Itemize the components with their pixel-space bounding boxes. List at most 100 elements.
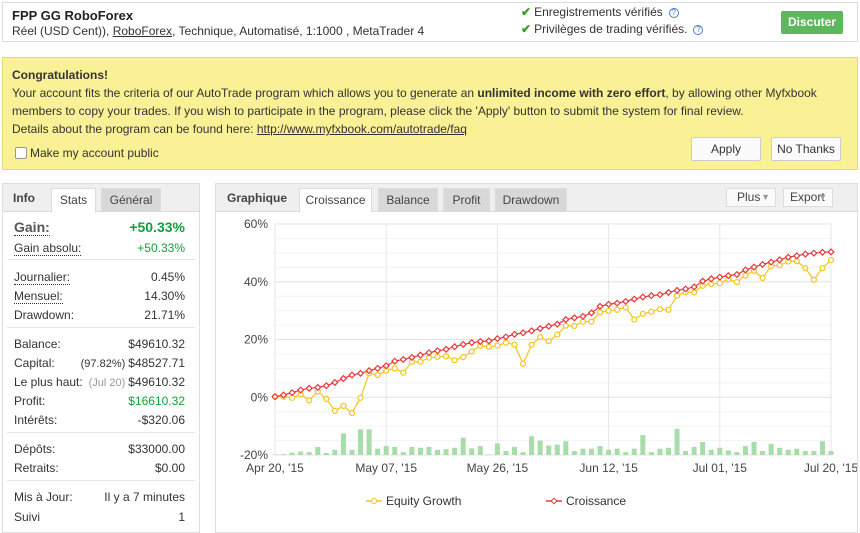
equity-point bbox=[648, 308, 655, 315]
stat-value-text: $33000.00 bbox=[128, 442, 185, 456]
croissance-point bbox=[758, 260, 767, 269]
equity-point bbox=[716, 280, 723, 287]
equity-point bbox=[656, 306, 664, 313]
croissance-point bbox=[562, 315, 570, 324]
profit-bar bbox=[392, 446, 398, 455]
tab-profit[interactable]: Profit bbox=[443, 188, 490, 212]
stat-value: 21.71% bbox=[144, 308, 185, 322]
broker-link[interactable]: RoboForex bbox=[113, 24, 172, 38]
tab-croissance[interactable]: Croissance bbox=[299, 188, 372, 213]
profit-bar bbox=[315, 446, 321, 455]
equity-point bbox=[348, 410, 356, 417]
export-dropdown[interactable]: Export ▼ bbox=[783, 188, 833, 207]
divider bbox=[7, 432, 195, 433]
discuss-button[interactable]: Discuter bbox=[781, 11, 843, 34]
equity-point bbox=[519, 360, 527, 367]
croissance-point bbox=[382, 362, 390, 370]
notice-title: Congratulations! bbox=[12, 68, 108, 82]
profit-bar bbox=[580, 448, 586, 455]
tab-balance[interactable]: Balance bbox=[378, 188, 438, 212]
croissance-point bbox=[604, 300, 613, 308]
y-tick-label: 0% bbox=[251, 390, 269, 404]
x-tick-label: Apr 20, '15 bbox=[246, 461, 304, 475]
croissance-point bbox=[305, 384, 313, 392]
more-dropdown[interactable]: Plus ▼ bbox=[726, 188, 776, 207]
croissance-point bbox=[348, 371, 356, 379]
croissance-point bbox=[793, 252, 801, 260]
stat-value-text: $16610.32 bbox=[128, 394, 185, 408]
equity-point bbox=[485, 343, 492, 350]
notice-text-1: Your account fits the criteria of our Au… bbox=[12, 86, 478, 100]
verified-track-record: ✔ Enregistrements vérifiés? bbox=[521, 5, 679, 19]
profit-bar bbox=[691, 446, 697, 455]
croissance-point bbox=[502, 333, 510, 341]
check-icon: ✔ bbox=[521, 5, 532, 19]
details-label: Details about the program can be found h… bbox=[12, 122, 257, 136]
croissance-point bbox=[288, 388, 296, 397]
help-icon[interactable]: ? bbox=[693, 24, 704, 35]
profit-bar bbox=[323, 452, 329, 455]
tab-general[interactable]: Général bbox=[101, 188, 161, 212]
equity-point bbox=[605, 307, 612, 315]
equity-point bbox=[588, 318, 595, 325]
profit-bar bbox=[477, 446, 483, 455]
tab-stats[interactable]: Stats bbox=[51, 188, 96, 213]
legend-label[interactable]: Equity Growth bbox=[386, 494, 461, 508]
equity-point bbox=[691, 289, 698, 296]
equity-point bbox=[537, 334, 544, 341]
profit-bar bbox=[512, 446, 518, 455]
info-panel: Info Stats Général Gain: +50.33% Gain abso… bbox=[2, 183, 200, 533]
help-icon[interactable]: ? bbox=[668, 7, 679, 18]
notice-text: Your account fits the criteria of our Au… bbox=[12, 84, 848, 120]
stat-label: Profit: bbox=[14, 394, 46, 408]
notice-details: Details about the program can be found h… bbox=[12, 120, 848, 138]
croissance-point bbox=[716, 273, 724, 281]
stat-label: Suivi bbox=[14, 510, 41, 524]
no-thanks-button[interactable]: No Thanks bbox=[771, 137, 841, 161]
apply-button[interactable]: Apply bbox=[691, 137, 761, 161]
profit-bar bbox=[588, 448, 594, 455]
stat-value-text: 1 bbox=[178, 510, 185, 524]
profit-bar bbox=[289, 452, 295, 455]
profit-bar bbox=[623, 452, 629, 455]
stat-value: (Jul 20) $49610.32 bbox=[89, 375, 185, 389]
croissance-point bbox=[553, 320, 561, 328]
equity-point bbox=[819, 265, 826, 272]
stat-value: $16610.32 bbox=[128, 394, 185, 408]
stat-value-text: Il y a 7 minutes bbox=[104, 490, 185, 504]
checkbox[interactable] bbox=[15, 147, 27, 159]
check-icon: ✔ bbox=[521, 22, 532, 36]
profit-bar bbox=[298, 451, 304, 455]
croissance-point bbox=[733, 270, 741, 279]
croissance-point bbox=[741, 266, 750, 274]
croissance-point bbox=[775, 256, 784, 264]
equity-point bbox=[502, 339, 510, 346]
profit-bar bbox=[366, 429, 372, 455]
autotrade-faq-link[interactable]: http://www.myfxbook.com/autotrade/faq bbox=[257, 122, 467, 136]
profit-bar bbox=[452, 447, 458, 455]
profit-bar bbox=[657, 448, 663, 455]
stat-label: Gain absolu: bbox=[14, 241, 82, 256]
croissance-point bbox=[339, 374, 348, 383]
croissance-point bbox=[639, 293, 647, 301]
legend-label[interactable]: Croissance bbox=[566, 494, 626, 508]
croissance-point bbox=[656, 291, 664, 299]
tab-drawdown[interactable]: Drawdown bbox=[495, 188, 567, 212]
divider bbox=[7, 327, 195, 328]
profit-bar bbox=[281, 454, 287, 455]
equity-point bbox=[468, 348, 475, 355]
stat-value: (97.82%) $48527.71 bbox=[81, 356, 185, 370]
x-tick-label: Jul 01, '15 bbox=[693, 461, 748, 475]
stat-label: Drawdown: bbox=[14, 308, 75, 322]
croissance-point bbox=[331, 378, 339, 387]
profit-bar bbox=[400, 452, 406, 455]
croissance-point bbox=[450, 343, 459, 351]
make-public-checkbox[interactable]: Make my account public bbox=[15, 144, 159, 162]
profit-bar bbox=[469, 448, 475, 455]
equity-point bbox=[391, 365, 398, 372]
profit-bar bbox=[383, 446, 389, 455]
stat-value-text: 14.30% bbox=[144, 289, 185, 303]
stat-label: Retraits: bbox=[14, 461, 59, 475]
profit-bar bbox=[700, 442, 706, 455]
profit-bar bbox=[785, 449, 791, 455]
